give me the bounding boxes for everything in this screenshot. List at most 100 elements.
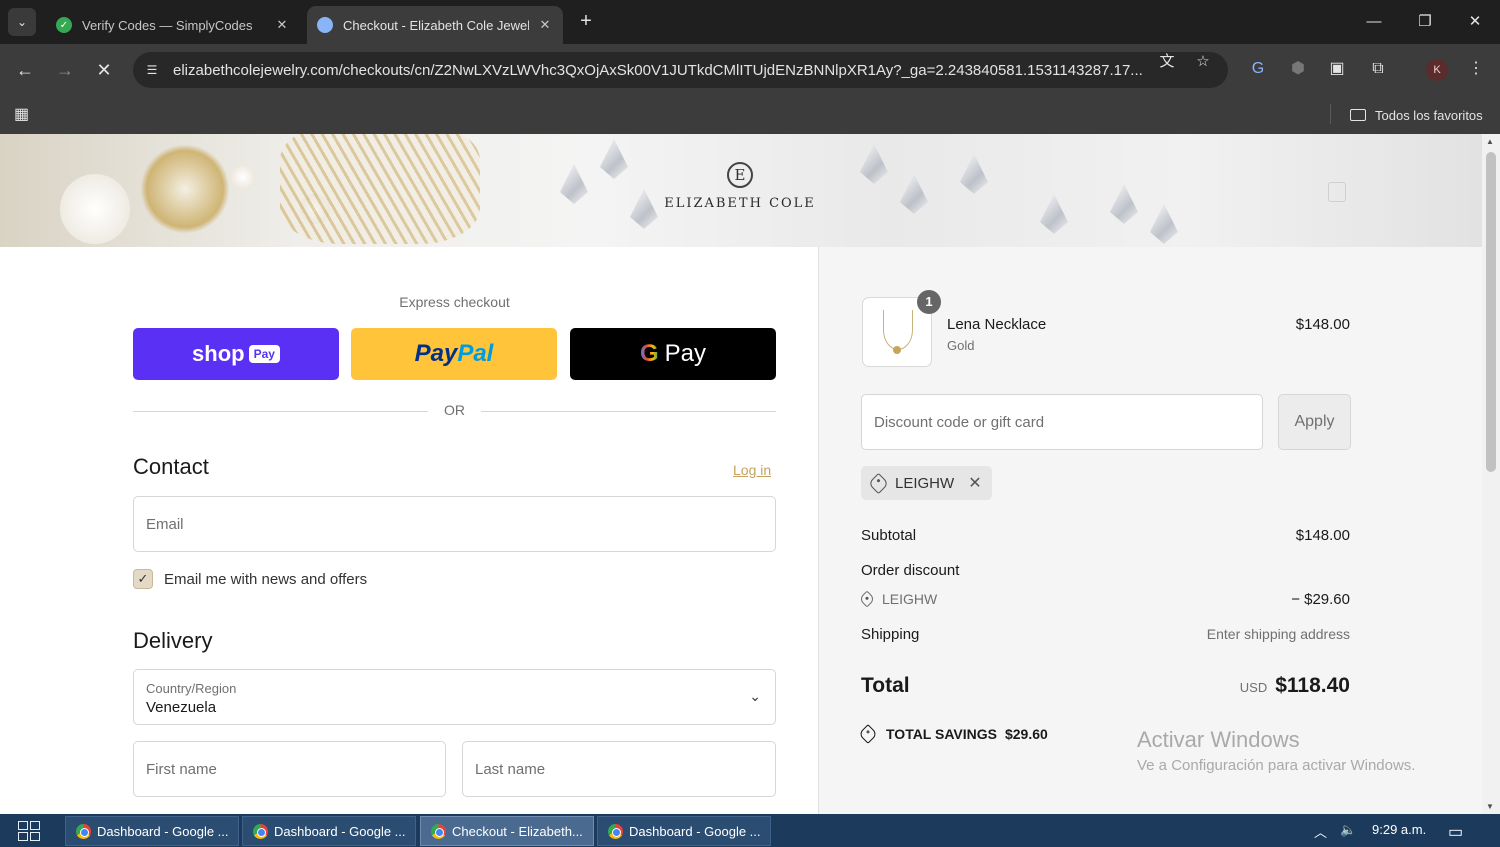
tab-search-button[interactable]: ⌄ — [8, 8, 36, 36]
taskbar-item-label: Dashboard - Google ... — [629, 823, 761, 839]
clock[interactable]: 9:29 a.m. — [1372, 822, 1426, 837]
login-link[interactable]: Log in — [733, 462, 771, 478]
newsletter-checkbox-row[interactable]: ✓ Email me with news and offers — [133, 569, 367, 589]
tab-checkout[interactable]: Checkout - Elizabeth Cole Jewel ✕ — [307, 6, 563, 44]
restore-icon[interactable]: ❐ — [1413, 10, 1437, 34]
volume-icon[interactable]: 🔈 — [1340, 822, 1356, 838]
crystal-decoration — [960, 154, 988, 194]
email-field[interactable] — [133, 496, 776, 552]
total-label: Total — [861, 674, 910, 697]
express-checkout-label: Express checkout — [399, 294, 510, 310]
extension-icon[interactable]: ⬢ — [1286, 57, 1310, 81]
pendant-image — [893, 346, 901, 354]
logo-mark: E — [727, 162, 753, 188]
store-header-banner: E ELIZABETH COLE — [0, 134, 1482, 247]
shop-pay-button[interactable]: shop Pay — [133, 328, 339, 380]
new-tab-button[interactable]: + — [574, 10, 598, 34]
tab-close-icon[interactable]: ✕ — [537, 17, 553, 33]
apps-grid-icon[interactable]: ▦ — [14, 106, 32, 124]
gold-brooch-decoration — [280, 134, 480, 244]
discount-code-input[interactable] — [862, 395, 1262, 449]
first-name-field[interactable] — [133, 741, 446, 797]
all-bookmarks-folder[interactable]: Todos los favoritos — [1350, 103, 1483, 127]
pearl-decoration — [60, 174, 130, 244]
scrollbar-thumb[interactable] — [1486, 152, 1496, 472]
shop-pay-badge: Pay — [248, 345, 280, 363]
reading-mode-icon[interactable]: ▣ — [1325, 57, 1349, 81]
tag-icon — [858, 590, 876, 608]
savings-tag-icon — [858, 724, 878, 744]
quantity-badge: 1 — [917, 290, 941, 314]
tab-simplycodes[interactable]: ✓ Verify Codes — SimplyCodes ✕ — [46, 6, 300, 44]
jewelry-decoration — [140, 144, 230, 234]
menu-kebab-icon[interactable]: ⋮ — [1464, 57, 1488, 81]
shopping-bag-icon[interactable] — [1328, 182, 1346, 202]
applied-code-text: LEIGHW — [895, 474, 955, 492]
taskbar-item[interactable]: Dashboard - Google ... — [597, 816, 771, 846]
crystal-decoration — [600, 139, 628, 179]
scroll-down-icon[interactable]: ▼ — [1486, 802, 1494, 811]
url-text[interactable]: elizabethcolejewelry.com/checkouts/cn/Z2… — [173, 62, 1143, 79]
paypal-button[interactable]: Pay Pal — [351, 328, 557, 380]
newsletter-checkbox[interactable]: ✓ — [133, 569, 153, 589]
taskbar-item-label: Dashboard - Google ... — [274, 823, 406, 839]
crystal-decoration — [860, 144, 888, 184]
shipping-value: Enter shipping address — [1206, 626, 1350, 642]
extensions-puzzle-icon[interactable]: ⧉ — [1366, 57, 1390, 81]
profile-avatar[interactable]: K — [1426, 59, 1448, 81]
country-select-label: Country/Region — [146, 681, 237, 696]
google-translate-extension-icon[interactable]: G — [1246, 57, 1270, 81]
delivery-heading: Delivery — [133, 628, 213, 653]
country-select[interactable]: Country/Region Venezuela ⌄ — [133, 669, 776, 725]
total-value-group: USD $118.40 — [1240, 674, 1350, 698]
crystal-decoration — [1110, 184, 1138, 224]
folder-icon — [1350, 109, 1366, 121]
discount-code-field[interactable] — [861, 394, 1263, 450]
product-name: Lena Necklace — [947, 316, 1047, 333]
bookmark-star-icon[interactable]: ☆ — [1194, 53, 1212, 71]
tab-title: Checkout - Elizabeth Cole Jewel — [343, 17, 529, 33]
simplycodes-favicon-icon: ✓ — [56, 17, 72, 33]
crystal-decoration — [1040, 194, 1068, 234]
newsletter-label: Email me with news and offers — [164, 570, 368, 588]
savings-label: TOTAL SAVINGS — [886, 726, 997, 742]
remove-code-icon[interactable]: ✕ — [968, 473, 981, 493]
watermark-subtitle: Ve a Configuración para activar Windows. — [1137, 757, 1416, 774]
paypal-wordmark-pay: Pay — [414, 340, 458, 367]
loading-favicon-icon — [317, 17, 333, 33]
start-menu-icon[interactable] — [18, 821, 40, 841]
tab-close-icon[interactable]: ✕ — [274, 17, 290, 33]
or-label: OR — [444, 402, 465, 418]
last-name-input[interactable] — [463, 742, 775, 796]
back-icon[interactable]: ← — [11, 56, 39, 84]
site-info-icon[interactable]: ☰ — [143, 61, 161, 79]
subtotal-value: $148.00 — [1295, 527, 1350, 544]
scroll-up-icon[interactable]: ▲ — [1486, 137, 1494, 146]
store-logo[interactable]: E ELIZABETH COLE — [660, 162, 820, 211]
email-input[interactable] — [134, 497, 775, 551]
page-scrollbar[interactable]: ▲ ▼ — [1482, 134, 1500, 814]
address-bar[interactable]: ☰ elizabethcolejewelry.com/checkouts/cn/… — [133, 52, 1228, 88]
tab-title: Verify Codes — SimplyCodes — [82, 17, 253, 33]
product-price: $148.00 — [1295, 316, 1350, 333]
watermark-title: Activar Windows — [1137, 727, 1300, 752]
notifications-icon[interactable]: ▭ — [1448, 822, 1463, 842]
apply-discount-button[interactable]: Apply — [1278, 394, 1351, 450]
first-name-input[interactable] — [134, 742, 445, 796]
stop-loading-icon[interactable]: ✕ — [90, 56, 118, 84]
taskbar-item[interactable]: Dashboard - Google ... — [65, 816, 239, 846]
discount-value: − $29.60 — [1291, 591, 1350, 608]
shipping-label: Shipping — [861, 626, 920, 643]
tray-chevron-up-icon[interactable]: ︿ — [1314, 822, 1327, 841]
minimize-icon[interactable]: — — [1362, 10, 1386, 34]
last-name-field[interactable] — [462, 741, 776, 797]
windows-taskbar: Dashboard - Google ... Dashboard - Googl… — [0, 814, 1500, 847]
taskbar-item-active[interactable]: Checkout - Elizabeth... — [420, 816, 594, 846]
google-pay-button[interactable]: G Pay — [570, 328, 776, 380]
windows-activation-watermark: Activar Windows Ve a Configuración para … — [1137, 727, 1415, 774]
taskbar-item[interactable]: Dashboard - Google ... — [242, 816, 416, 846]
close-window-icon[interactable]: ✕ — [1463, 10, 1487, 34]
bookmarks-divider — [1330, 104, 1331, 124]
forward-icon[interactable]: → — [51, 56, 79, 84]
translate-icon[interactable]: 文 — [1158, 53, 1176, 71]
